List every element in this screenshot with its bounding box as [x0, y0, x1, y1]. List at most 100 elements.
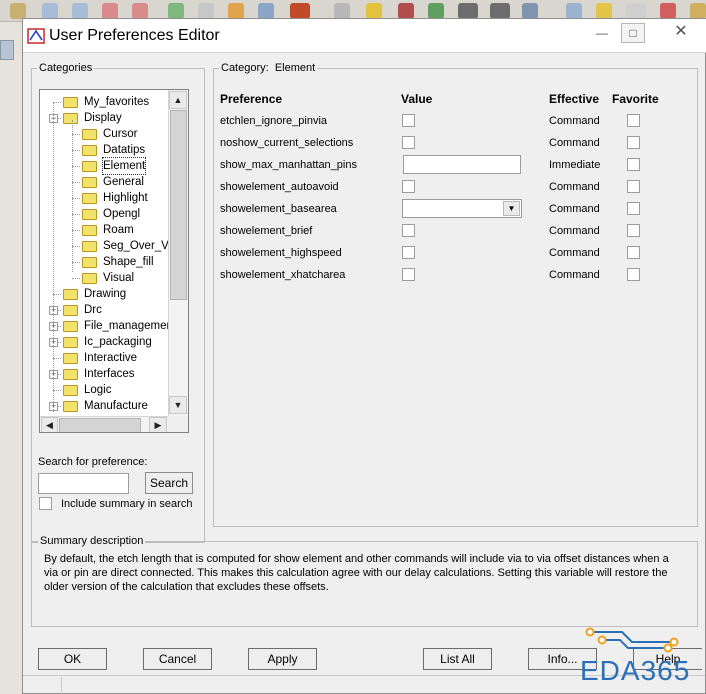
preference-value-select[interactable]: ▼	[402, 199, 522, 218]
zoom-out-icon[interactable]	[132, 3, 148, 19]
folder-icon	[63, 97, 78, 108]
tool-icon[interactable]	[690, 3, 706, 19]
3d-view-icon[interactable]	[258, 3, 274, 19]
favorite-checkbox[interactable]	[627, 158, 640, 171]
folder-icon	[82, 129, 97, 140]
ok-button[interactable]: OK	[38, 648, 107, 670]
preference-value-checkbox[interactable]	[402, 114, 415, 127]
include-summary-checkbox[interactable]	[39, 497, 52, 510]
layer-icon[interactable]	[398, 3, 414, 19]
zoom-fit-icon[interactable]	[72, 3, 88, 19]
search-input[interactable]	[38, 473, 129, 494]
tree-connector	[72, 278, 80, 279]
scroll-down-icon[interactable]: ▼	[169, 396, 187, 414]
preference-value-input[interactable]	[403, 155, 521, 174]
ecm-icon[interactable]	[458, 3, 478, 19]
favorite-checkbox[interactable]	[627, 246, 640, 259]
folder-icon	[82, 225, 97, 236]
toolbar-tool-icon[interactable]	[10, 3, 26, 19]
favorite-checkbox[interactable]	[627, 114, 640, 127]
zoom-icon[interactable]	[42, 3, 58, 19]
dialog-title: User Preferences Editor	[49, 27, 220, 44]
tree-item[interactable]: Highlight	[103, 190, 148, 206]
route-icon[interactable]	[428, 3, 444, 19]
tree-connector	[72, 246, 80, 247]
tree-item[interactable]: Display	[84, 110, 122, 126]
scroll-right-icon[interactable]: ▶	[149, 417, 167, 432]
tree-item[interactable]: Manufacture	[84, 398, 148, 414]
report-icon[interactable]	[522, 3, 538, 19]
preference-value-checkbox[interactable]	[402, 246, 415, 259]
user-preferences-dialog: User Preferences Editor — □ ✕ Categories…	[22, 18, 706, 694]
tree-vertical-scrollbar[interactable]: ▲ ▼	[168, 90, 188, 416]
info-icon[interactable]	[566, 3, 582, 19]
search-button[interactable]: Search	[145, 472, 193, 494]
favorite-checkbox[interactable]	[627, 136, 640, 149]
favorite-checkbox[interactable]	[627, 268, 640, 281]
dfa-icon[interactable]	[490, 3, 510, 19]
preference-name: showelement_xhatcharea	[220, 269, 346, 281]
list-all-button[interactable]: List All	[423, 648, 492, 670]
preference-value-checkbox[interactable]	[402, 224, 415, 237]
category-name: Element	[274, 62, 316, 74]
apply-button[interactable]: Apply	[248, 648, 317, 670]
tree-item[interactable]: Visual	[103, 270, 134, 286]
tree-item[interactable]: Seg_Over_Vo	[103, 238, 168, 254]
refresh-icon[interactable]	[168, 3, 184, 19]
scroll-up-icon[interactable]: ▲	[169, 91, 187, 109]
flip-icon[interactable]	[290, 3, 310, 19]
minimize-button[interactable]: —	[591, 23, 613, 43]
include-summary-label: Include summary in search	[61, 498, 193, 510]
effective-value: Immediate	[549, 159, 601, 171]
tree-item[interactable]: Cursor	[103, 126, 138, 142]
zoom-in-icon[interactable]	[102, 3, 118, 19]
preference-name: showelement_highspeed	[220, 247, 342, 259]
pen-icon[interactable]	[660, 3, 676, 19]
tree-connector	[72, 134, 80, 135]
undo-icon[interactable]	[228, 3, 244, 19]
tree-item[interactable]: Interactive	[84, 350, 137, 366]
tree-item[interactable]: Shape_fill	[103, 254, 154, 270]
folder-icon	[63, 401, 78, 412]
lock-icon[interactable]	[596, 3, 612, 19]
close-button[interactable]: ✕	[669, 23, 693, 43]
counter-icon[interactable]	[626, 3, 646, 19]
tree-item[interactable]: Opengl	[103, 206, 140, 222]
tree-hscroll-thumb[interactable]	[59, 418, 141, 432]
preference-name: showelement_basearea	[220, 203, 337, 215]
preference-value-checkbox[interactable]	[402, 180, 415, 193]
tree-item[interactable]: Interfaces	[84, 366, 135, 382]
cancel-button[interactable]: Cancel	[143, 648, 212, 670]
effective-value: Command	[549, 181, 600, 193]
folder-icon	[63, 113, 78, 124]
effective-value: Command	[549, 203, 600, 215]
maximize-button[interactable]: □	[621, 23, 645, 43]
category-tree[interactable]: My_favorites − Display Cursor Datatips Elemen…	[39, 89, 189, 433]
side-panel-grip-icon[interactable]	[0, 40, 14, 60]
tree-item[interactable]: Drawing	[84, 286, 126, 302]
tree-item[interactable]: Ic_packaging	[84, 334, 152, 350]
favorite-checkbox[interactable]	[627, 224, 640, 237]
tree-item[interactable]: File_management	[84, 318, 168, 334]
tree-item[interactable]: My_favorites	[84, 94, 149, 110]
app-logo-icon	[27, 28, 45, 44]
preference-value-checkbox[interactable]	[402, 136, 415, 149]
grid-icon[interactable]	[334, 3, 350, 19]
favorite-checkbox[interactable]	[627, 202, 640, 215]
color-icon[interactable]	[366, 3, 382, 19]
window-icon[interactable]	[198, 3, 214, 19]
tree-item[interactable]: Roam	[103, 222, 134, 238]
dropdown-arrow-icon[interactable]: ▼	[503, 201, 520, 216]
tree-item[interactable]: Drc	[84, 302, 102, 318]
favorite-checkbox[interactable]	[627, 180, 640, 193]
scroll-left-icon[interactable]: ◀	[41, 417, 58, 432]
tree-item[interactable]: Logic	[84, 382, 112, 398]
tree-item[interactable]: General	[103, 174, 144, 190]
tree-horizontal-scrollbar[interactable]: ◀ ▶	[40, 416, 168, 432]
preference-value-checkbox[interactable]	[402, 268, 415, 281]
tree-item[interactable]: Datatips	[103, 142, 145, 158]
tree-item[interactable]: Element	[101, 157, 147, 175]
folder-icon	[63, 305, 78, 316]
title-bar[interactable]: User Preferences Editor — □ ✕	[23, 19, 706, 53]
tree-scroll-thumb[interactable]	[170, 110, 187, 300]
